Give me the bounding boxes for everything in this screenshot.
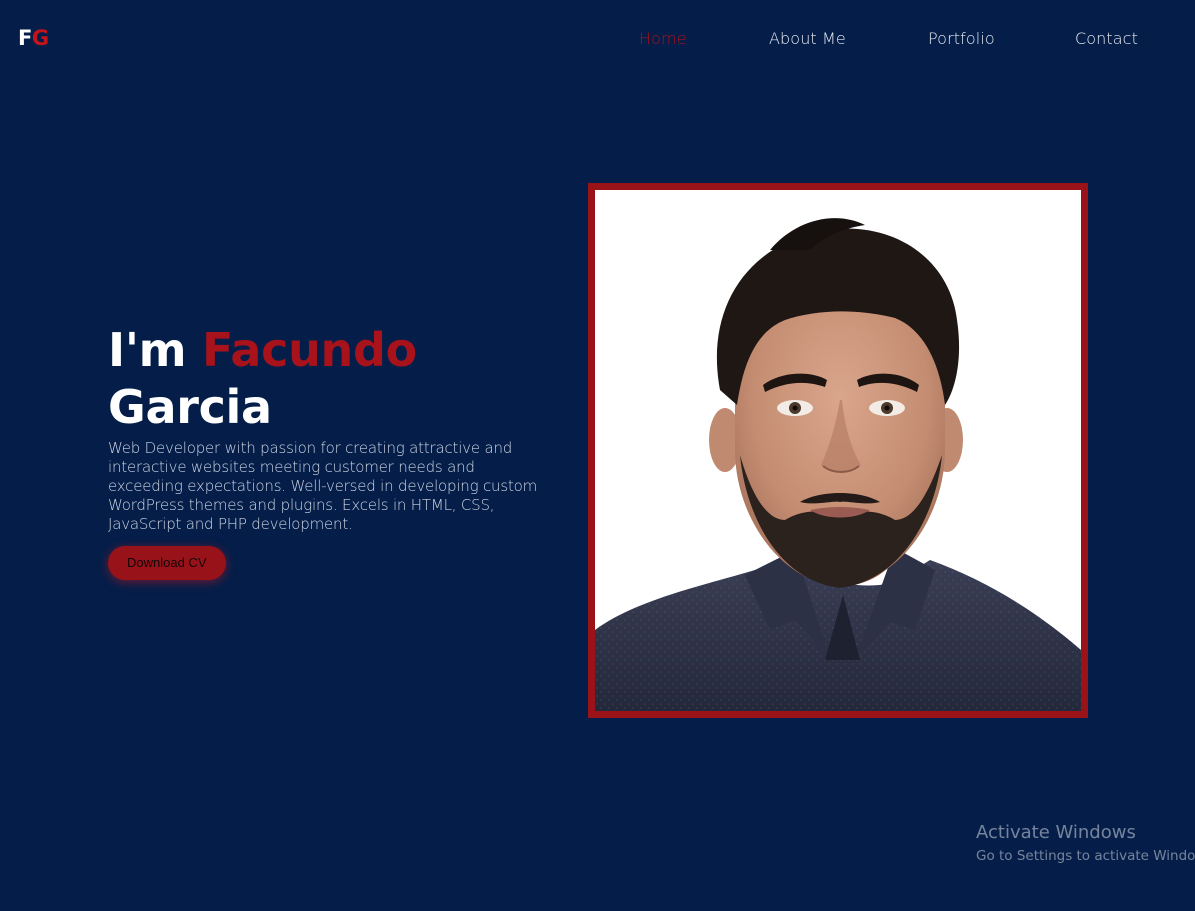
main-nav: Home About Me Portfolio Contact [0, 29, 1195, 53]
nav-about-me[interactable]: About Me [769, 29, 846, 48]
hero-description: Web Developer with passion for creating … [108, 439, 538, 533]
hero-section: I'm Facundo Garcia Web Developer with pa… [108, 322, 553, 580]
download-cv-button[interactable]: Download CV [108, 546, 226, 580]
hero-first-name: Facundo [201, 323, 417, 377]
nav-portfolio[interactable]: Portfolio [928, 29, 995, 48]
nav-contact[interactable]: Contact [1075, 29, 1138, 48]
portrait-image [595, 190, 1081, 711]
watermark-title: Activate Windows [976, 822, 1136, 843]
portrait-frame [588, 183, 1088, 718]
hero-heading: I'm Facundo Garcia [108, 322, 553, 436]
nav-home[interactable]: Home [639, 29, 687, 48]
hero-last-name: Garcia [108, 380, 272, 434]
hero-intro: I'm [108, 323, 187, 377]
watermark-subtitle: Go to Settings to activate Windows. [976, 848, 1195, 864]
activate-windows-watermark: Activate Windows Go to Settings to activ… [976, 822, 1195, 868]
